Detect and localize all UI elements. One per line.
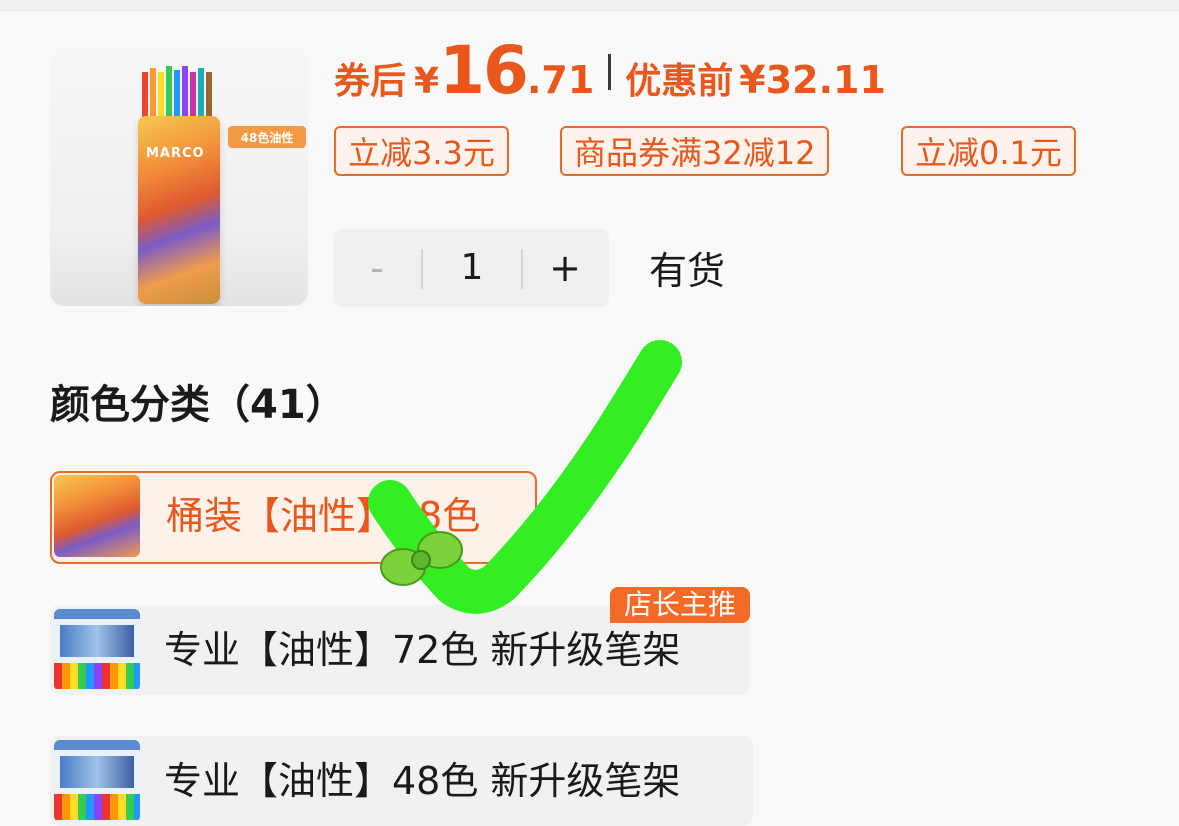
minus-icon[interactable]: - — [334, 229, 420, 307]
coupon-tag[interactable]: 立减0.1元 — [901, 126, 1076, 176]
color-category-title: 颜色分类（41） — [50, 382, 346, 428]
variant-thumbnail — [54, 740, 140, 822]
before-discount-label: 优惠前 — [625, 61, 734, 102]
variant-label: 桶装【油性】48色 — [166, 494, 481, 538]
price-decimal: .71 — [526, 58, 595, 102]
product-image[interactable]: MARCO 48色油性 — [50, 48, 308, 306]
currency-symbol: ¥ — [414, 61, 440, 102]
coupon-tag[interactable]: 商品券满32减12 — [560, 126, 830, 176]
before-discount-price: ¥32.11 — [739, 58, 886, 102]
variant-thumbnail — [54, 609, 140, 691]
plus-icon[interactable]: + — [522, 229, 608, 307]
variant-option[interactable]: 专业【油性】48色 新升级笔架 — [50, 736, 753, 826]
coupon-tag[interactable]: 立减3.3元 — [334, 126, 509, 176]
recommend-badge: 店长主推 — [610, 587, 750, 623]
price-separator — [608, 54, 612, 90]
after-coupon-label: 券后 — [334, 61, 407, 102]
image-badge: 48色油性 — [228, 126, 306, 148]
variant-option[interactable]: 桶装【油性】48色 — [50, 471, 537, 564]
variant-label: 专业【油性】48色 新升级笔架 — [164, 759, 681, 803]
quantity-stepper: - 1 + — [334, 229, 609, 307]
price-integer: 16 — [439, 32, 529, 109]
brand-label: MARCO — [146, 146, 205, 161]
price-row: 券后 ¥ 16 .71 优惠前 ¥32.11 — [334, 32, 886, 112]
variant-thumbnail — [54, 475, 140, 557]
coupon-list: 立减3.3元 商品券满32减12 立减0.1元 — [334, 126, 1090, 180]
stock-status: 有货 — [649, 249, 726, 293]
pencil-tin: MARCO — [138, 116, 220, 304]
top-divider — [0, 0, 1179, 11]
quantity-value[interactable]: 1 — [422, 229, 522, 307]
variant-label: 专业【油性】72色 新升级笔架 — [164, 628, 681, 672]
pencils-icon — [142, 66, 212, 118]
